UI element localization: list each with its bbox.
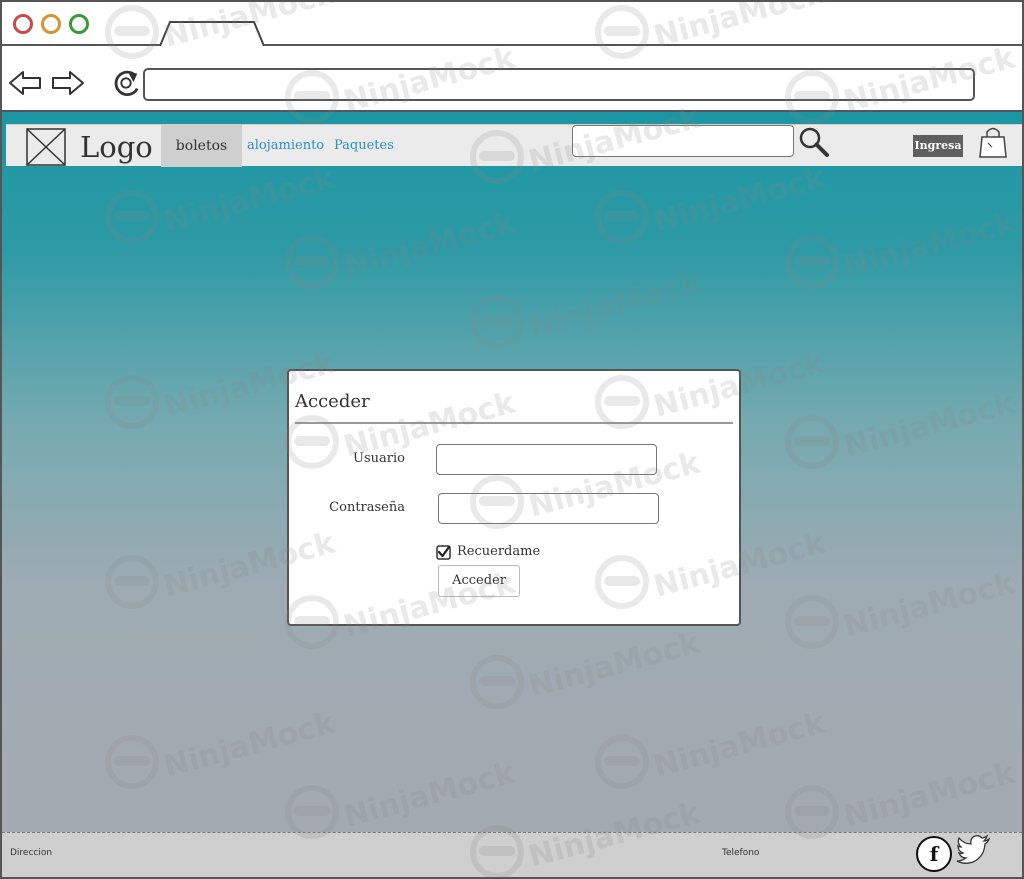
password-label: Contraseña [329, 500, 405, 515]
twitter-icon[interactable] [956, 833, 992, 865]
remember-me-label: Recuerdame [457, 544, 541, 559]
menu-item-boletos[interactable]: boletos [161, 125, 242, 167]
logo-text[interactable]: Logo [80, 130, 153, 164]
submit-button[interactable]: Acceder [438, 565, 520, 597]
footer-phone: Telefono [722, 848, 760, 858]
page-viewport: Logo boletos alojamiento Paquetes Ingres… [2, 112, 1022, 877]
site-footer: Direccion Telefono f [2, 832, 1022, 877]
logo-placeholder-image [26, 128, 66, 166]
shopping-bag-icon[interactable] [978, 125, 1008, 159]
facebook-icon[interactable]: f [916, 836, 952, 872]
browser-navbar [2, 48, 1022, 112]
address-bar[interactable] [143, 68, 975, 101]
browser-window: Logo boletos alojamiento Paquetes Ingres… [0, 0, 1024, 879]
panel-title: Acceder [295, 391, 370, 412]
menu-item-alojamiento[interactable]: alojamiento [247, 125, 324, 167]
password-field[interactable] [438, 493, 659, 524]
menu-item-paquetes[interactable]: Paquetes [334, 125, 394, 167]
username-label: Usuario [353, 451, 405, 466]
minimize-window-button[interactable] [41, 14, 61, 34]
forward-arrow-icon[interactable] [50, 68, 86, 98]
browser-titlebar [2, 2, 1022, 46]
browser-tab[interactable] [160, 20, 264, 46]
site-header: Logo boletos alojamiento Paquetes Ingres… [6, 124, 1022, 167]
search-input[interactable] [572, 125, 794, 157]
panel-divider [295, 422, 733, 424]
username-field[interactable] [436, 444, 657, 475]
back-arrow-icon[interactable] [7, 68, 43, 98]
maximize-window-button[interactable] [69, 14, 89, 34]
login-button[interactable]: Ingresa [913, 135, 963, 157]
checkbox-checked-icon[interactable] [436, 545, 451, 560]
close-window-button[interactable] [13, 14, 33, 34]
footer-address: Direccion [10, 848, 53, 858]
reload-icon[interactable] [106, 68, 146, 98]
login-panel: Acceder Usuario Contraseña Recuerdame Ac… [287, 369, 741, 626]
search-icon[interactable] [798, 126, 830, 158]
